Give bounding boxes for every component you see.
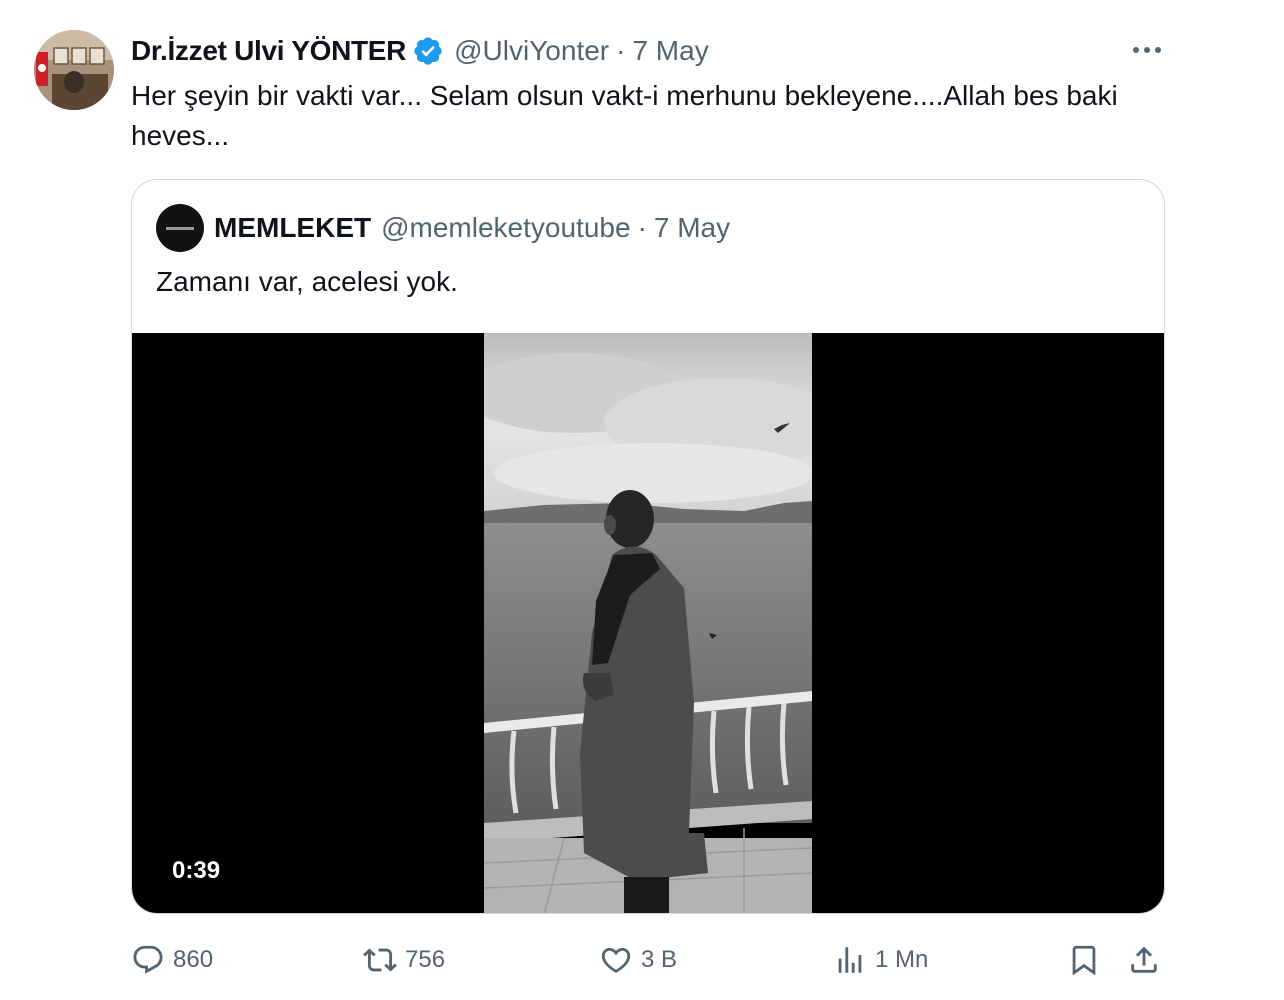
quoted-tweet-card[interactable]: MEMLEKET @memleketyoutube · 7 May Zamanı… <box>131 179 1165 914</box>
share-icon <box>1131 946 1157 973</box>
bookmark-icon <box>1072 945 1096 976</box>
reply-button[interactable]: 860 <box>131 938 213 982</box>
author-handle[interactable]: @UlviYonter <box>454 35 609 67</box>
repost-button[interactable]: 756 <box>363 938 445 982</box>
author-name[interactable]: Dr.İzzet Ulvi YÖNTER <box>131 35 406 67</box>
views-count: 1 Mn <box>875 946 929 973</box>
repost-icon <box>363 948 397 972</box>
like-button[interactable]: 3 B <box>599 938 677 982</box>
video-thumbnail <box>484 333 812 913</box>
quoted-tweet-date[interactable]: 7 May <box>654 212 730 244</box>
more-icon[interactable] <box>1128 36 1166 64</box>
views-button[interactable]: 1 Mn <box>833 938 928 982</box>
reply-count: 860 <box>173 946 214 973</box>
reply-icon <box>133 945 163 974</box>
repost-count: 756 <box>405 946 446 973</box>
tweet-text: Her şeyin bir vakti var... Selam olsun v… <box>131 80 1118 151</box>
quoted-author-handle[interactable]: @memleketyoutube <box>381 212 630 244</box>
bookmark-button[interactable] <box>1067 938 1101 982</box>
tweet-action-bar: 860 756 3 B 1 Mn <box>131 938 1171 982</box>
author-avatar[interactable] <box>34 30 114 110</box>
separator-dot: · <box>616 35 626 66</box>
like-count: 3 B <box>641 946 678 973</box>
quoted-tweet-header: MEMLEKET @memleketyoutube · 7 May <box>214 208 730 248</box>
quoted-author-avatar[interactable] <box>156 204 204 252</box>
tweet-header: Dr.İzzet Ulvi YÖNTER @UlviYonter · 7 May <box>131 30 709 72</box>
views-icon <box>838 947 862 973</box>
quoted-author-name[interactable]: MEMLEKET <box>214 212 371 244</box>
share-button[interactable] <box>1127 938 1161 982</box>
verified-badge-icon <box>412 35 444 67</box>
video-duration: 0:39 <box>162 851 231 891</box>
separator-dot: · <box>637 212 647 243</box>
quoted-tweet-text: Zamanı var, acelesi yok. <box>156 266 458 297</box>
tweet-date[interactable]: 7 May <box>632 35 708 67</box>
heart-icon <box>601 947 631 973</box>
video-player[interactable]: 0:39 <box>132 333 1164 913</box>
